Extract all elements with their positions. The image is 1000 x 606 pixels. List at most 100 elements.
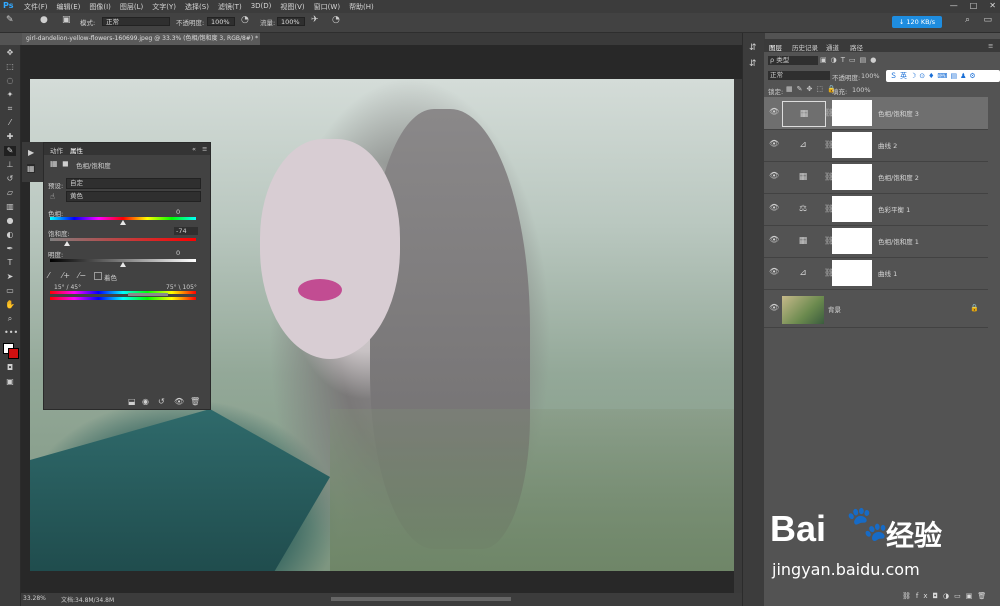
menu-file[interactable]: 文件(F) [24, 2, 48, 12]
dodge-tool-icon[interactable]: ◐ [4, 230, 16, 240]
background-color-swatch[interactable] [8, 348, 19, 359]
maximize-button[interactable]: □ [970, 1, 978, 10]
layer-opacity-value[interactable]: 100% [861, 72, 880, 80]
menu-layer[interactable]: 图层(L) [120, 2, 143, 12]
reset-icon[interactable]: ↺ [158, 397, 165, 406]
play-icon[interactable]: ▶ [28, 148, 34, 157]
layer-name[interactable]: 色彩平衡 1 [878, 204, 910, 214]
marquee-tool-icon[interactable]: ⬚ [4, 62, 16, 72]
hue-slider-thumb[interactable] [120, 220, 126, 225]
minimize-button[interactable]: — [950, 1, 958, 10]
layer-row[interactable]: 👁 ▦ ⛓ 色相/饱和度 3 [764, 97, 988, 130]
layer-mask-thumbnail[interactable] [832, 196, 872, 222]
clone-stamp-tool-icon[interactable]: ⊥ [4, 160, 16, 170]
fill-value[interactable]: 100% [852, 86, 871, 94]
lightness-slider-thumb[interactable] [120, 262, 126, 267]
blend-mode-select[interactable]: 正常 [768, 71, 830, 80]
pen-tool-icon[interactable]: ✒ [4, 244, 16, 254]
hand-tool-icon[interactable]: ✋ [4, 300, 16, 310]
mask-icon[interactable]: ◼ [62, 159, 69, 168]
pressure-opacity-icon[interactable]: ◔ [241, 15, 249, 25]
eyedropper-minus-icon[interactable]: ⁄− [78, 271, 86, 280]
flow-input[interactable]: 100% [277, 17, 305, 26]
collapse-icon[interactable]: « [192, 145, 196, 153]
layer-name[interactable]: 色相/饱和度 2 [878, 172, 919, 182]
document-tab[interactable]: girl-dandelion-yellow-flowers-160699.jpe… [22, 33, 260, 54]
blur-tool-icon[interactable]: ● [4, 216, 16, 226]
targeted-adjust-hand-icon[interactable]: ☝ [50, 192, 55, 201]
layer-actions[interactable]: ⛓fx◘◑▭▣🗑 [902, 592, 991, 600]
layer-row[interactable]: 👁 ⚖ ⛓ 色彩平衡 1 [764, 193, 988, 226]
crop-tool-icon[interactable]: ⌗ [4, 104, 16, 114]
brush-panel-icon[interactable]: ▣ [62, 15, 71, 25]
tab-layers[interactable]: 图层 [769, 42, 782, 52]
menu-filter[interactable]: 滤镜(T) [218, 2, 242, 12]
ime-toolbar[interactable]: Ｓ英☽⊙♦⌨▤♟⚙ [886, 70, 1000, 82]
channel-select[interactable]: 黄色 [66, 191, 201, 202]
visibility-eye-icon[interactable]: 👁 [769, 140, 779, 148]
path-select-tool-icon[interactable]: ➤ [4, 272, 16, 282]
saturation-value[interactable]: -74 [174, 227, 198, 235]
shape-tool-icon[interactable]: ▭ [4, 286, 16, 296]
history-brush-tool-icon[interactable]: ↺ [4, 174, 16, 184]
menu-view[interactable]: 视图(V) [280, 2, 304, 12]
adjustments-panel-icon[interactable]: ⇵ [749, 59, 757, 69]
layer-mask-thumbnail[interactable] [832, 164, 872, 190]
eyedropper-icon[interactable]: ⁄ [48, 271, 49, 280]
layer-name[interactable]: 曲线 2 [878, 140, 897, 150]
menu-edit[interactable]: 编辑(E) [57, 2, 81, 12]
visibility-eye-icon[interactable]: 👁 [769, 268, 779, 276]
menu-type[interactable]: 文字(Y) [152, 2, 176, 12]
menu-help[interactable]: 帮助(H) [349, 2, 374, 12]
visibility-eye-icon[interactable]: 👁 [769, 204, 779, 212]
move-tool-icon[interactable]: ✥ [4, 48, 16, 58]
tab-properties[interactable]: 属性 [70, 145, 83, 155]
layer-row[interactable]: 👁 ▦ ⛓ 色相/饱和度 1 [764, 225, 988, 258]
filter-icons[interactable]: ▣◑T▭▤● [820, 56, 880, 64]
visibility-eye-icon[interactable]: 👁 [769, 304, 779, 312]
layer-name[interactable]: 背景 [828, 304, 841, 314]
panel-menu-icon[interactable]: ≡ [202, 145, 207, 153]
layer-name[interactable]: 曲线 1 [878, 268, 897, 278]
menu-image[interactable]: 图像(I) [89, 2, 111, 12]
layer-mask-thumbnail[interactable] [832, 132, 872, 158]
gradient-tool-icon[interactable]: ▥ [4, 202, 16, 212]
mode-select[interactable]: 正常 [102, 17, 170, 26]
visibility-eye-icon[interactable]: 👁 [769, 236, 779, 244]
visibility-icon[interactable]: 👁 [174, 397, 184, 406]
search-icon[interactable]: ⌕ [965, 15, 970, 25]
history-panel-icon[interactable]: ⇵ [749, 43, 757, 53]
layer-row[interactable]: 👁 ⊿ ⛓ 曲线 2 [764, 129, 988, 162]
layer-name[interactable]: 色相/饱和度 3 [878, 108, 919, 118]
visibility-eye-icon[interactable]: 👁 [769, 108, 779, 116]
airbrush-icon[interactable]: ✈ [311, 15, 319, 25]
background-layer-row[interactable]: 👁 背景 🔒 [764, 293, 988, 328]
clip-to-layer-icon[interactable]: ⬓ [128, 397, 136, 406]
more-tools-icon[interactable]: ••• [4, 328, 18, 338]
quick-select-tool-icon[interactable]: ✦ [4, 90, 16, 100]
panel-menu-icon[interactable]: ≡ [988, 42, 993, 50]
eyedropper-tool-icon[interactable]: ⁄ [4, 118, 16, 128]
menu-window[interactable]: 窗口(W) [314, 2, 340, 12]
eyedropper-plus-icon[interactable]: ⁄+ [62, 271, 70, 280]
colorize-checkbox[interactable] [94, 272, 102, 280]
menu-select[interactable]: 选择(S) [185, 2, 209, 12]
layer-row[interactable]: 👁 ▦ ⛓ 色相/饱和度 2 [764, 161, 988, 194]
properties-icon[interactable]: ▦ [27, 164, 35, 173]
color-range-selector[interactable] [128, 293, 168, 296]
lasso-tool-icon[interactable]: ◌ [4, 76, 16, 86]
screen-mode-icon[interactable]: ▣ [4, 377, 16, 387]
menu-3d[interactable]: 3D(D) [251, 2, 272, 12]
tab-paths[interactable]: 路径 [850, 42, 863, 52]
tab-channels[interactable]: 通道 [826, 42, 839, 52]
hue-value[interactable]: 0 [176, 208, 180, 216]
quick-mask-icon[interactable]: ◘ [4, 363, 16, 373]
lightness-value[interactable]: 0 [176, 249, 180, 257]
layer-mask-thumbnail[interactable] [832, 228, 872, 254]
background-thumbnail[interactable] [782, 296, 824, 324]
layer-filter-select[interactable]: ρ 类型 [768, 56, 818, 65]
layer-name[interactable]: 色相/饱和度 1 [878, 236, 919, 246]
type-tool-icon[interactable]: T [4, 258, 16, 268]
brush-tool-icon[interactable]: ✎ [4, 146, 16, 156]
delete-icon[interactable]: 🗑 [190, 397, 200, 406]
